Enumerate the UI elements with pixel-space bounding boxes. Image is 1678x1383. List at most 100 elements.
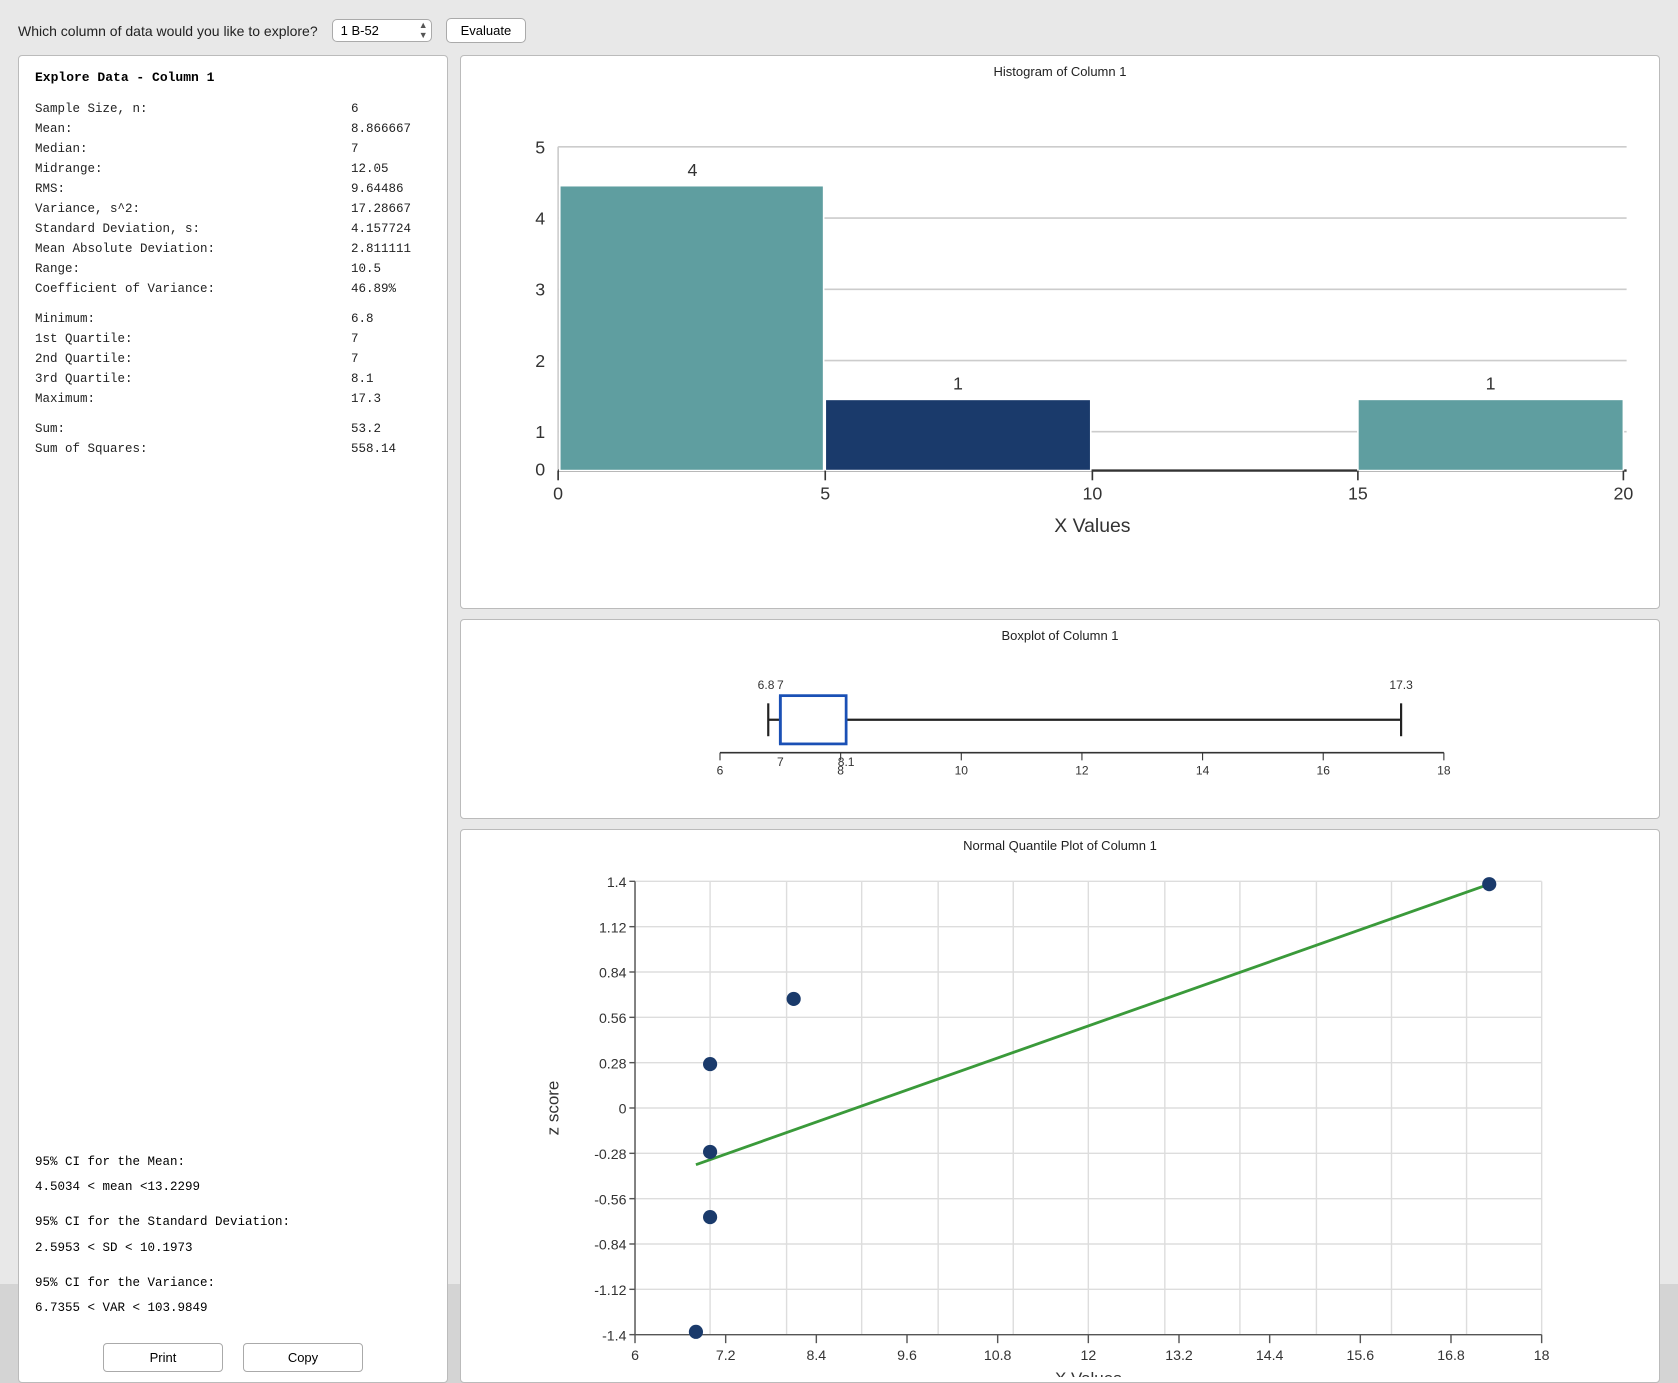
ci-sd-label: 95% CI for the Standard Deviation: [35,1212,431,1233]
stat-row-max: Maximum: 17.3 [35,389,431,409]
boxplot-chart-box: Boxplot of Column 1 [460,619,1660,819]
svg-text:16: 16 [1317,764,1331,778]
stat-row-sumsq: Sum of Squares: 558.14 [35,439,431,459]
svg-text:7: 7 [777,755,784,769]
column-question-label: Which column of data would you like to e… [18,23,318,39]
stat-row-q2: 2nd Quartile: 7 [35,349,431,369]
svg-text:4: 4 [535,209,545,229]
svg-text:0: 0 [619,1102,627,1118]
svg-text:15.6: 15.6 [1347,1348,1375,1364]
boxplot-svg: 6.8 7 17.3 7 8.1 [461,643,1659,813]
ci-block: 95% CI for the Mean: 4.5034 < mean <13.2… [35,1152,431,1324]
stat-row-mad: Mean Absolute Deviation: 2.811111 [35,239,431,259]
stat-row-sum: Sum: 53.2 [35,419,431,439]
stat-value-range: 10.5 [341,259,421,279]
stat-row-q1: 1st Quartile: 7 [35,329,431,349]
stat-value-sumsq: 558.14 [341,439,421,459]
column-dropdown-wrapper: 1 B-52 ▲ ▼ [332,19,432,42]
stat-row-range: Range: 10.5 [35,259,431,279]
stat-label-min: Minimum: [35,309,95,329]
svg-text:0: 0 [535,459,545,479]
stat-label-variance: Variance, s^2: [35,199,140,219]
svg-text:6: 6 [717,764,724,778]
main-container: Which column of data would you like to e… [0,0,1678,1284]
svg-text:16.8: 16.8 [1437,1348,1465,1364]
svg-text:10: 10 [1082,484,1102,504]
stat-label-midrange: Midrange: [35,159,103,179]
svg-text:1.12: 1.12 [599,920,627,936]
stat-value-q2: 7 [341,349,421,369]
stat-value-sum: 53.2 [341,419,421,439]
svg-text:2: 2 [535,351,545,371]
qqplot-chart-box: Normal Quantile Plot of Column 1 [460,829,1660,1383]
boxplot-box [780,696,846,744]
svg-text:1: 1 [1486,374,1496,394]
right-panel: Histogram of Column 1 0 1 [460,55,1660,1383]
content-area: Explore Data - Column 1 Sample Size, n: … [18,55,1660,1383]
qqplot-title: Normal Quantile Plot of Column 1 [461,830,1659,853]
svg-text:10.8: 10.8 [984,1348,1012,1364]
stat-label-sum: Sum: [35,419,65,439]
stat-value-n: 6 [341,99,421,119]
stat-row-rms: RMS: 9.64486 [35,179,431,199]
svg-text:-0.56: -0.56 [594,1192,626,1208]
svg-text:-1.12: -1.12 [594,1283,626,1299]
stat-label-range: Range: [35,259,80,279]
svg-text:12: 12 [1080,1348,1096,1364]
stat-label-q3: 3rd Quartile: [35,369,133,389]
svg-text:0: 0 [553,484,563,504]
histogram-svg: 0 1 2 3 4 5 4 1 [461,79,1659,603]
svg-text:17.3: 17.3 [1389,678,1413,692]
stat-label-mad: Mean Absolute Deviation: [35,239,215,259]
svg-text:0.56: 0.56 [599,1011,627,1027]
evaluate-button[interactable]: Evaluate [446,18,527,43]
column-dropdown[interactable]: 1 B-52 [332,19,432,42]
stat-row-n: Sample Size, n: 6 [35,99,431,119]
histogram-chart-box: Histogram of Column 1 0 1 [460,55,1660,609]
qqplot-point-3 [703,1145,717,1159]
svg-text:18: 18 [1534,1348,1550,1364]
stat-label-mean: Mean: [35,119,73,139]
ci-mean-value: 4.5034 < mean <13.2299 [35,1177,431,1198]
svg-text:3: 3 [535,280,545,300]
histogram-bar-1 [560,186,824,471]
svg-text:18: 18 [1437,764,1451,778]
print-button[interactable]: Print [103,1343,223,1372]
svg-text:20: 20 [1613,484,1633,504]
stat-value-q3: 8.1 [341,369,421,389]
stat-label-q2: 2nd Quartile: [35,349,133,369]
boxplot-title: Boxplot of Column 1 [461,620,1659,643]
stat-value-midrange: 12.05 [341,159,421,179]
qqplot-point-4 [703,1057,717,1071]
svg-text:z score: z score [544,1081,563,1136]
svg-text:9.6: 9.6 [897,1348,917,1364]
stat-value-cv: 46.89% [341,279,421,299]
stat-label-n: Sample Size, n: [35,99,148,119]
qqplot-point-2 [703,1210,717,1224]
svg-text:14.4: 14.4 [1256,1348,1284,1364]
svg-text:14: 14 [1196,764,1210,778]
svg-text:1.4: 1.4 [607,875,627,891]
stat-value-rms: 9.64486 [341,179,421,199]
left-panel: Explore Data - Column 1 Sample Size, n: … [18,55,448,1383]
svg-text:0.28: 0.28 [599,1056,627,1072]
copy-button[interactable]: Copy [243,1343,363,1372]
histogram-bar-4 [1358,399,1624,470]
svg-text:-0.28: -0.28 [594,1147,626,1163]
svg-text:X Values: X Values [1054,515,1130,537]
qqplot-svg: -1.4 -1.12 -0.84 -0.56 -0.28 0 0.28 0.56… [461,853,1659,1377]
svg-text:8.4: 8.4 [806,1348,826,1364]
top-bar: Which column of data would you like to e… [18,18,1660,43]
svg-text:15: 15 [1348,484,1368,504]
qqplot-point-1 [689,1325,703,1339]
stat-value-min: 6.8 [341,309,421,329]
svg-text:12: 12 [1075,764,1089,778]
stat-row-median: Median: 7 [35,139,431,159]
qqplot-area: -1.4 -1.12 -0.84 -0.56 -0.28 0 0.28 0.56… [461,853,1659,1377]
stat-value-q1: 7 [341,329,421,349]
svg-text:6.8: 6.8 [758,678,775,692]
svg-text:-0.84: -0.84 [594,1238,626,1254]
svg-text:5: 5 [535,137,545,157]
svg-text:5: 5 [820,484,830,504]
svg-text:6: 6 [631,1348,639,1364]
